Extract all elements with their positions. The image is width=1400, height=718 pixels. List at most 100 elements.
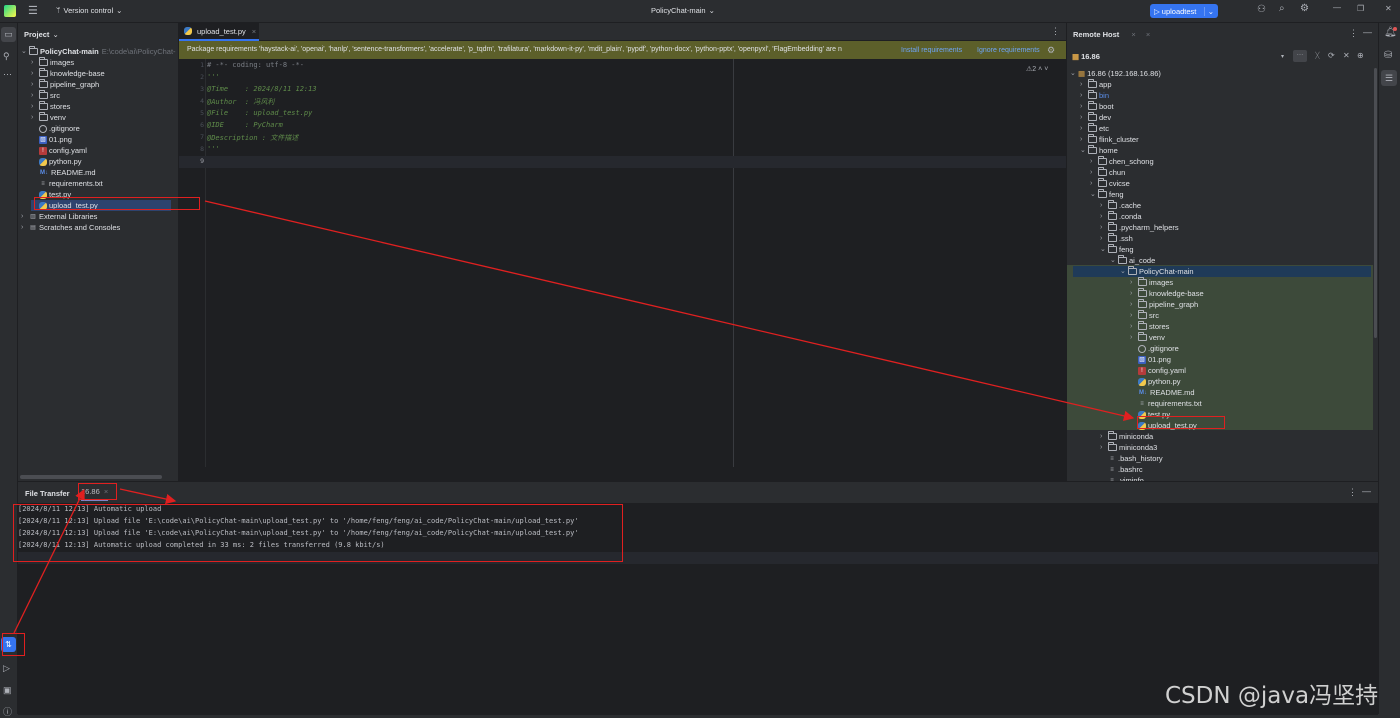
external-libraries[interactable]: › ▥ External Libraries <box>21 211 97 222</box>
scratches-and-consoles[interactable]: › ▤ Scratches and Consoles <box>21 222 120 233</box>
remote-root[interactable]: ⌄ ▦ 16.86 (192.168.16.86) <box>1070 68 1161 79</box>
remote-tree-item[interactable]: ⌄ feng <box>1100 244 1134 255</box>
project-tree-item[interactable]: upload_test.py <box>31 200 171 211</box>
remote-tree-item[interactable]: ! config.yaml <box>1130 365 1186 376</box>
remote-host-tool-icon[interactable]: ☰ <box>1381 70 1397 86</box>
remote-tree-item[interactable]: › stores <box>1130 321 1169 332</box>
ignore-requirements-link[interactable]: Ignore requirements <box>977 47 1040 54</box>
project-tree-item[interactable]: .gitignore <box>31 123 80 134</box>
project-panel-header[interactable]: Project ⌄ <box>24 30 59 39</box>
locate-icon[interactable]: ⊕ <box>1357 51 1364 60</box>
close-icon[interactable]: ✕ <box>1385 4 1392 13</box>
remote-tree-item[interactable]: ▧ 01.png <box>1130 354 1171 365</box>
remote-tree-item[interactable]: › knowledge-base <box>1130 288 1204 299</box>
restore-icon[interactable]: ❐ <box>1357 4 1364 13</box>
vcs-widget[interactable]: ᛘ Version control ⌄ <box>56 6 122 15</box>
hide-panel-icon[interactable]: — <box>1363 27 1372 37</box>
remote-tree-item[interactable]: › miniconda3 <box>1100 442 1157 453</box>
project-tree-item[interactable]: › venv <box>31 112 66 123</box>
minimize-icon[interactable]: — <box>1333 3 1341 12</box>
remote-tree-item[interactable]: › cvicse <box>1090 178 1130 189</box>
remote-tree-item[interactable]: upload_test.py <box>1130 420 1197 431</box>
project-tool-icon[interactable]: ▭ <box>1 27 16 42</box>
hide-panel-icon[interactable]: — <box>1362 486 1371 496</box>
project-tree-item[interactable]: ≡ requirements.txt <box>31 178 103 189</box>
remote-tree-item[interactable]: › chun <box>1090 167 1125 178</box>
more-options-icon[interactable]: ⋮ <box>1051 26 1060 37</box>
dropdown-arrow-icon[interactable]: ▾ <box>1281 53 1284 60</box>
remote-tree-item[interactable]: ⌄ PolicyChat-main <box>1073 266 1371 277</box>
more-options-icon[interactable]: ⋮ <box>1348 487 1357 498</box>
vertical-scrollbar[interactable] <box>1374 68 1377 338</box>
file-transfer-tool-icon[interactable]: ⇅ <box>1 637 16 652</box>
add-user-icon[interactable]: ⚇ <box>1257 4 1266 15</box>
install-requirements-link[interactable]: Install requirements <box>901 47 963 54</box>
search-icon[interactable]: ⌕ <box>1279 3 1285 14</box>
project-tree-item[interactable]: test.py <box>31 189 71 200</box>
more-options-icon[interactable]: ⋮ <box>1349 28 1358 39</box>
remote-tree-item[interactable]: ≡ requirements.txt <box>1130 398 1202 409</box>
banner-settings-icon[interactable]: ⚙ <box>1047 45 1055 56</box>
remote-tree-item[interactable]: › .ssh <box>1100 233 1133 244</box>
database-icon[interactable]: ⛁ <box>1384 50 1392 61</box>
horizontal-scrollbar[interactable] <box>20 475 162 479</box>
remote-tree-item[interactable]: › .cache <box>1100 200 1141 211</box>
remote-tree-item[interactable]: ⌄ ai_code <box>1110 255 1155 266</box>
remote-tree-item[interactable]: › .pycharm_helpers <box>1100 222 1179 233</box>
project-tree-item[interactable]: ! config.yaml <box>31 145 87 156</box>
remote-tree-item[interactable]: › chen_schong <box>1090 156 1154 167</box>
project-tree-item[interactable]: › pipeline_graph <box>31 79 99 90</box>
remote-tree-item[interactable]: ⌄ feng <box>1090 189 1124 200</box>
close-connection-icon[interactable]: ✕ <box>1343 51 1350 60</box>
remote-tree-item[interactable]: › pipeline_graph <box>1130 299 1198 310</box>
more-tools-icon[interactable]: ⋯ <box>3 69 12 80</box>
file-transfer-tab[interactable]: 16.86 × <box>81 487 109 501</box>
refresh-icon[interactable]: ⟳ <box>1328 51 1335 60</box>
project-tree-item[interactable]: › stores <box>31 101 70 112</box>
close-icon[interactable]: × <box>1131 30 1135 39</box>
close-icon[interactable]: × <box>1146 30 1150 39</box>
project-tree-item[interactable]: M↓ README.md <box>31 167 96 178</box>
close-tab-icon[interactable]: × <box>104 487 108 496</box>
remote-tree-item[interactable]: › bin <box>1080 90 1109 101</box>
project-widget[interactable]: PolicyChat-main ⌄ <box>651 6 715 15</box>
editor-tab[interactable]: upload_test.py × <box>179 23 259 41</box>
project-tree-item[interactable]: › src <box>31 90 60 101</box>
remote-tree-item[interactable]: › dev <box>1080 112 1111 123</box>
project-root[interactable]: ⌄ PolicyChat-main E:\code\ai\PolicyChat- <box>21 46 176 57</box>
remote-tree-item[interactable]: › boot <box>1080 101 1114 112</box>
remote-tree-item[interactable]: › venv <box>1130 332 1165 343</box>
project-tree-item[interactable]: ▧ 01.png <box>31 134 72 145</box>
remote-tree-item[interactable]: › src <box>1130 310 1159 321</box>
server-selector[interactable]: ▦ 16.86 <box>1072 52 1100 61</box>
remote-tree-item[interactable]: python.py <box>1130 376 1181 387</box>
watermark: CSDN @java冯坚持 <box>1165 683 1379 709</box>
main-menu-icon[interactable]: ☰ <box>28 4 38 17</box>
project-tree-item[interactable]: python.py <box>31 156 82 167</box>
remote-tree-item[interactable]: ≡ .bash_history <box>1100 453 1162 464</box>
run-tool-icon[interactable]: ▷ <box>3 663 10 674</box>
structure-tool-icon[interactable]: ⚲ <box>3 51 10 62</box>
remote-tree-item[interactable]: ≡ .bashrc <box>1100 464 1142 475</box>
problems-tool-icon[interactable]: ⓘ <box>3 705 12 718</box>
remote-tree-item[interactable]: › .conda <box>1100 211 1142 222</box>
project-tree-item[interactable]: › images <box>31 57 74 68</box>
remote-tree-item[interactable]: › miniconda <box>1100 431 1153 442</box>
remote-tree-item[interactable]: › app <box>1080 79 1112 90</box>
close-tab-icon[interactable]: × <box>252 27 256 36</box>
remote-tree-item[interactable]: › etc <box>1080 123 1109 134</box>
disconnect-icon[interactable]: ᚷ <box>1315 51 1320 60</box>
code-area[interactable]: 1 # -*- coding: utf-8 -*- 2 ''' 3 @Time : 202… <box>179 61 1066 481</box>
remote-tree-item[interactable]: › flink_cluster <box>1080 134 1139 145</box>
run-config-button[interactable]: ▷ uploadtest ⌄ <box>1150 4 1218 18</box>
remote-tree-item[interactable]: › images <box>1130 277 1173 288</box>
settings-icon[interactable]: ⚙ <box>1300 3 1309 14</box>
app-logo-icon[interactable] <box>4 5 16 17</box>
browse-button[interactable]: … <box>1293 50 1307 62</box>
project-tree-item[interactable]: › knowledge-base <box>31 68 105 79</box>
remote-tree-item[interactable]: .gitignore <box>1130 343 1179 354</box>
terminal-tool-icon[interactable]: ▣ <box>3 685 12 696</box>
remote-tree-item[interactable]: ⌄ home <box>1080 145 1118 156</box>
remote-tree-item[interactable]: test.py <box>1130 409 1170 420</box>
remote-tree-item[interactable]: M↓ README.md <box>1130 387 1195 398</box>
